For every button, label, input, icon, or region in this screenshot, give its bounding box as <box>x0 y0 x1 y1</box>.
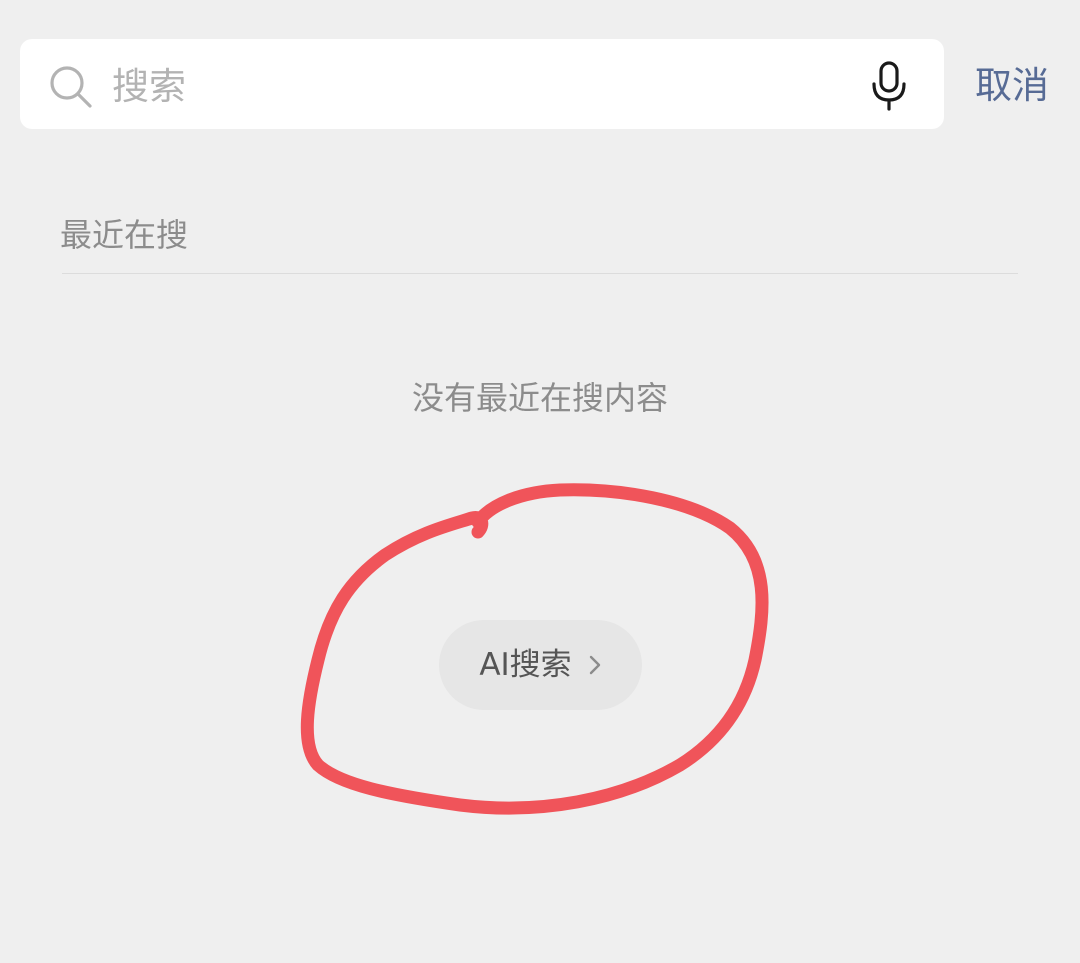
cancel-button[interactable]: 取消 <box>975 60 1049 112</box>
divider <box>62 273 1018 274</box>
microphone-icon[interactable] <box>868 60 910 112</box>
red-circle-annotation <box>300 483 769 815</box>
empty-recent-text: 没有最近在搜内容 <box>411 379 668 417</box>
search-icon <box>50 66 92 108</box>
chevron-right-icon <box>589 655 600 675</box>
search-input[interactable] <box>112 58 832 114</box>
recent-searches-title: 最近在搜 <box>60 216 189 254</box>
ai-search-button[interactable]: AI搜索 <box>439 620 642 710</box>
ai-search-label: AI搜索 <box>479 647 572 683</box>
